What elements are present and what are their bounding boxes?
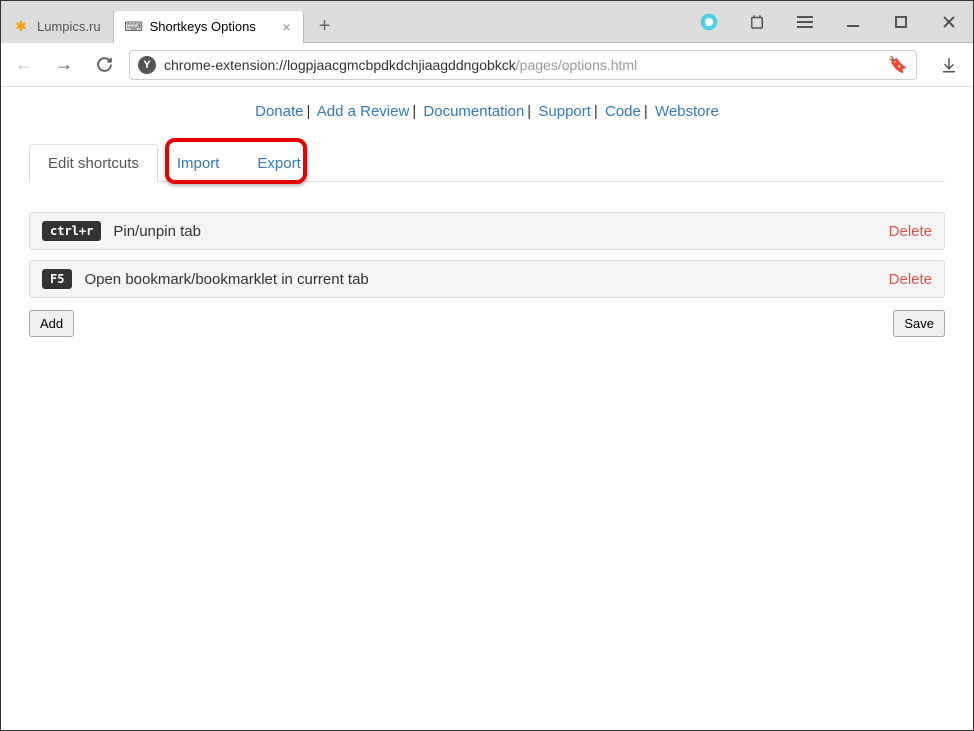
tab-lumpics[interactable]: ✱ Lumpics.ru [1, 11, 114, 43]
lumpics-favicon-icon: ✱ [13, 19, 29, 35]
back-button[interactable]: ← [9, 50, 39, 80]
shortcut-label: Open bookmark/bookmarklet in current tab [84, 271, 888, 288]
address-bar: ← → Y chrome-extension://logpjaacgmcbpdk… [1, 43, 973, 87]
webstore-link[interactable]: Webstore [655, 103, 719, 120]
bookmark-icon[interactable]: 🔖 [888, 55, 908, 75]
yandex-zen-icon[interactable] [685, 1, 733, 43]
top-links: Donate| Add a Review| Documentation| Sup… [29, 87, 945, 144]
shortcut-label: Pin/unpin tab [113, 223, 888, 240]
support-link[interactable]: Support [538, 103, 591, 120]
maximize-button[interactable] [877, 1, 925, 43]
delete-button[interactable]: Delete [889, 223, 932, 240]
shortcut-row[interactable]: F5 Open bookmark/bookmarklet in current … [29, 260, 945, 298]
tab-shortkeys[interactable]: ⌨ Shortkeys Options × [114, 11, 304, 43]
save-button[interactable]: Save [893, 310, 945, 337]
extensions-icon[interactable] [733, 1, 781, 43]
forward-button[interactable]: → [49, 50, 79, 80]
downloads-button[interactable] [933, 50, 965, 80]
tab-import[interactable]: Import [158, 144, 239, 182]
browser-tab-bar: ✱ Lumpics.ru ⌨ Shortkeys Options × + [1, 1, 973, 43]
keyboard-icon: ⌨ [126, 19, 142, 35]
menu-icon[interactable] [781, 1, 829, 43]
bottom-row: Add Save [29, 310, 945, 337]
page-content: Donate| Add a Review| Documentation| Sup… [1, 87, 973, 337]
tab-edit-shortcuts[interactable]: Edit shortcuts [29, 144, 158, 182]
tab-title: Shortkeys Options [150, 19, 263, 34]
tab-export[interactable]: Export [238, 144, 319, 182]
code-link[interactable]: Code [605, 103, 641, 120]
new-tab-button[interactable]: + [309, 11, 341, 43]
reload-button[interactable] [89, 50, 119, 80]
review-link[interactable]: Add a Review [317, 103, 410, 120]
shortcut-row[interactable]: ctrl+r Pin/unpin tab Delete [29, 212, 945, 250]
close-window-button[interactable] [925, 1, 973, 43]
add-button[interactable]: Add [29, 310, 74, 337]
site-identity-icon: Y [138, 56, 156, 74]
url-text: chrome-extension://logpjaacgmcbpdkdchjia… [164, 57, 880, 73]
tab-title: Lumpics.ru [37, 19, 101, 34]
key-badge: ctrl+r [42, 221, 101, 241]
close-icon[interactable]: × [282, 19, 290, 35]
url-input[interactable]: Y chrome-extension://logpjaacgmcbpdkdchj… [129, 50, 917, 80]
shortcut-list: ctrl+r Pin/unpin tab Delete F5 Open book… [29, 212, 945, 298]
minimize-button[interactable] [829, 1, 877, 43]
key-badge: F5 [42, 269, 72, 289]
delete-button[interactable]: Delete [889, 271, 932, 288]
donate-link[interactable]: Donate [255, 103, 303, 120]
docs-link[interactable]: Documentation [423, 103, 524, 120]
tabs-nav: Edit shortcuts Import Export [29, 144, 945, 182]
